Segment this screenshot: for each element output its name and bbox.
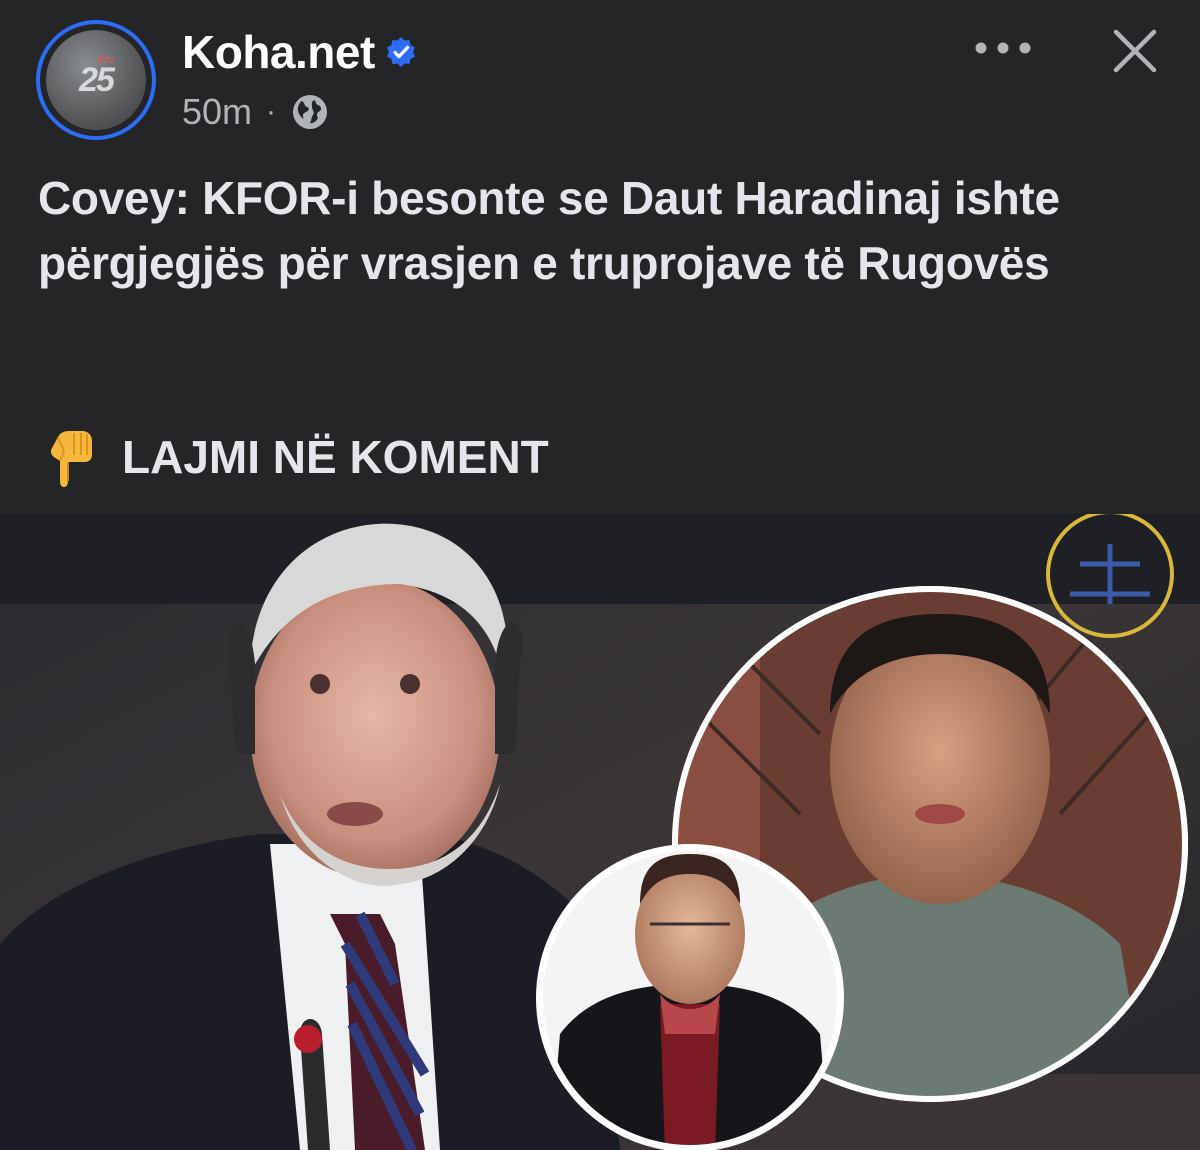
photo-top-band: [0, 514, 1200, 604]
cta-text: LAJMI NË KOMENT: [122, 431, 549, 483]
post-timestamp[interactable]: 50m: [182, 91, 252, 133]
meta-separator: ·: [266, 95, 277, 128]
post-headline: Covey: KFOR-i besonte se Daut Haradinaj …: [38, 172, 1060, 289]
post-header: KTV 25 Koha.net 50m ·: [0, 0, 1200, 160]
close-icon[interactable]: [1106, 22, 1164, 80]
post-image[interactable]: [0, 514, 1200, 1150]
globe-icon[interactable]: [290, 92, 330, 132]
more-options-icon[interactable]: [972, 28, 1034, 68]
page-name-link[interactable]: Koha.net: [182, 25, 375, 79]
avatar-small-text: KTV: [98, 56, 114, 65]
page-avatar[interactable]: KTV 25: [36, 20, 156, 140]
avatar-image: KTV 25: [46, 30, 146, 130]
avatar-logo-text: 25: [79, 60, 115, 99]
pointing-down-hand-icon: [44, 425, 100, 489]
post-meta: 50m ·: [182, 88, 330, 136]
page-name-row: Koha.net: [182, 24, 417, 80]
facebook-post: KTV 25 Koha.net 50m · Covey: KFOR-i beso…: [0, 0, 1200, 1150]
verified-badge-icon: [385, 36, 417, 68]
call-to-action: LAJMI NË KOMENT: [44, 422, 549, 492]
